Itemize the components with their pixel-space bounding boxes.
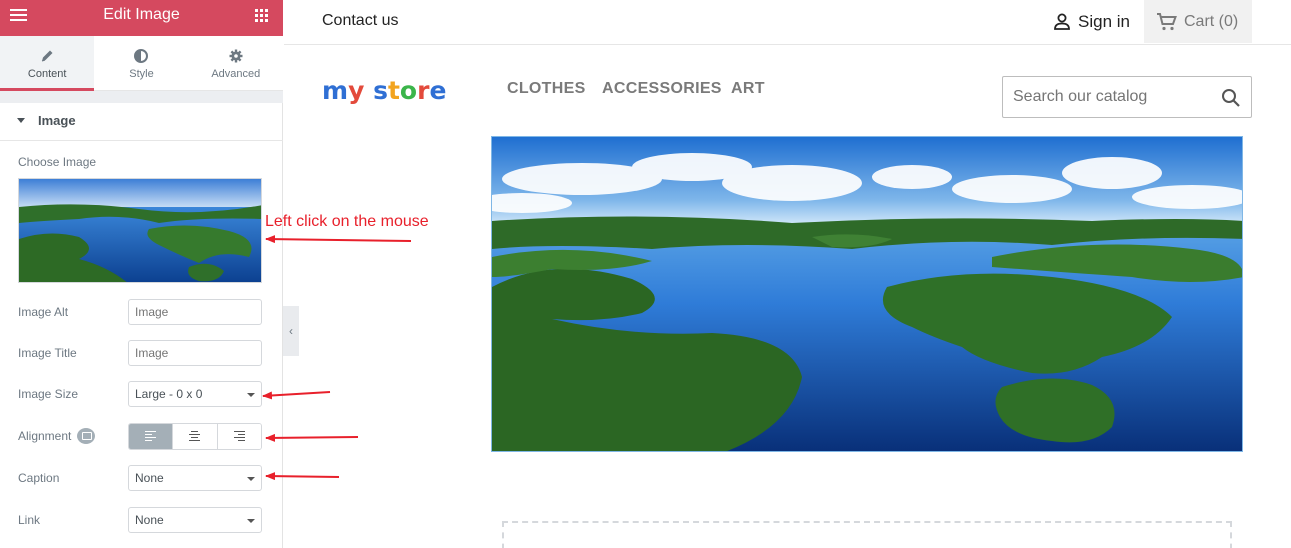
arrow-to-caption (265, 472, 340, 481)
arrow-to-alignment (265, 433, 359, 442)
arrow-to-thumbnail (265, 235, 412, 244)
annotation-arrows (262, 235, 412, 481)
arrow-to-image-size (262, 391, 331, 400)
